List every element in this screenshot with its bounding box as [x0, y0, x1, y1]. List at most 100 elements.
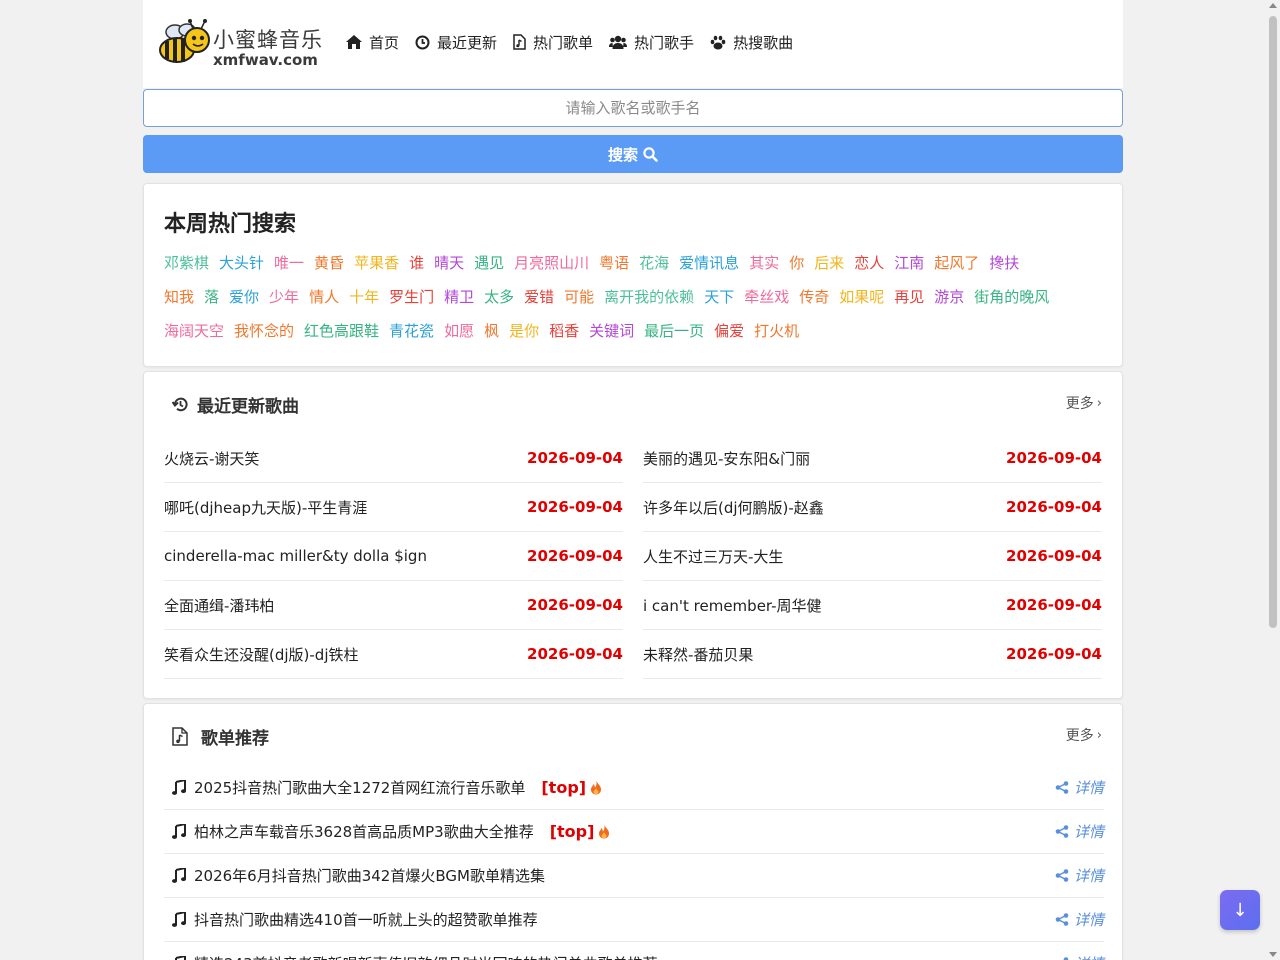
hot-search-tag[interactable]: 我怀念的 [234, 319, 294, 353]
song-name[interactable]: cinderella-mac miller&ty dolla $ign [164, 547, 427, 565]
hot-search-tag[interactable]: 天下 [704, 285, 734, 319]
hot-search-tag[interactable]: 遇见 [474, 251, 504, 285]
hot-search-tag[interactable]: 十年 [349, 285, 379, 319]
hot-search-tag[interactable]: 精卫 [444, 285, 474, 319]
song-row[interactable]: 火烧云-谢天笑 2026-09-04 [164, 434, 623, 483]
scrollbar[interactable] [1266, 0, 1280, 960]
scroll-up-arrow-icon[interactable] [1269, 3, 1277, 8]
hot-search-tag[interactable]: 情人 [309, 285, 339, 319]
playlist-detail-link[interactable]: 详情 [1055, 953, 1104, 960]
playlist-detail-link[interactable]: 详情 [1055, 865, 1104, 886]
hot-search-tag[interactable]: 爱你 [229, 285, 259, 319]
nav-recent[interactable]: 最近更新 [415, 30, 497, 54]
hot-search-tag[interactable]: 红色高跟鞋 [304, 319, 379, 353]
hot-search-tag[interactable]: 游京 [934, 285, 964, 319]
back-to-top-button[interactable]: ↓ [1220, 890, 1260, 930]
hot-search-tag[interactable]: 牵丝戏 [744, 285, 789, 319]
hot-search-tag[interactable]: 知我 [164, 285, 194, 319]
song-row[interactable]: 未释然-番茄贝果 2026-09-04 [643, 630, 1102, 679]
song-name[interactable]: 哪吒(djheap九天版)-平生青涯 [164, 497, 367, 518]
scroll-down-arrow-icon[interactable] [1269, 952, 1277, 957]
hot-search-tag[interactable]: 落 [204, 285, 219, 319]
hot-search-tag[interactable]: 晴天 [434, 251, 464, 285]
hot-search-tag[interactable]: 恋人 [854, 251, 884, 285]
recent-songs-header: 最近更新歌曲 [172, 392, 299, 417]
hot-search-tag[interactable]: 如果呢 [839, 285, 884, 319]
hot-search-tag[interactable]: 起风了 [934, 251, 979, 285]
nav-home[interactable]: 首页 [346, 30, 399, 54]
hot-search-tag[interactable]: 爱情讯息 [679, 251, 739, 285]
hot-search-tag[interactable]: 邓紫棋 [164, 251, 209, 285]
song-name[interactable]: 全面通缉-潘玮柏 [164, 595, 274, 616]
playlist-link[interactable]: 抖音热门歌曲精选410首一听就上头的超赞歌单推荐 [164, 909, 538, 930]
hot-search-tag[interactable]: 青花瓷 [389, 319, 434, 353]
song-name[interactable]: 未释然-番茄贝果 [643, 644, 753, 665]
scrollbar-thumb[interactable] [1269, 16, 1277, 628]
hot-search-tag[interactable]: 离开我的依赖 [604, 285, 694, 319]
hot-search-tag[interactable]: 打火机 [754, 319, 799, 353]
hot-search-tag[interactable]: 粤语 [599, 251, 629, 285]
hot-search-tag[interactable]: 黄昏 [314, 251, 344, 285]
recent-more-link[interactable]: 更多 › [1066, 393, 1102, 413]
hot-tag-row: 海阔天空 我怀念的 红色高跟鞋 青花瓷 如愿枫是你 稻香 关键词 最后一页 偏爱 打火机 [164, 319, 1104, 353]
hot-search-tag[interactable]: 你 [789, 251, 804, 285]
song-row[interactable]: 哪吒(djheap九天版)-平生青涯 2026-09-04 [164, 483, 623, 532]
hot-search-tag[interactable]: 少年 [269, 285, 299, 319]
hot-search-tag[interactable]: 爱错 [524, 285, 554, 319]
hot-search-tag[interactable]: 谁 [409, 251, 424, 285]
nav-hot-searches[interactable]: 热搜歌曲 [710, 30, 793, 54]
playlist-detail-link[interactable]: 详情 [1055, 821, 1104, 842]
song-name[interactable]: 笑看众生还没醒(dj版)-dj铁柱 [164, 644, 359, 665]
hot-search-tag[interactable]: 街角的晚风 [974, 285, 1049, 319]
hot-search-tag[interactable]: 花海 [639, 251, 669, 285]
hot-search-tag[interactable]: 月亮照山川 [514, 251, 589, 285]
playlist-link[interactable]: 2026年6月抖音热门歌曲342首爆火BGM歌单精选集 [164, 865, 545, 886]
song-row[interactable]: 笑看众生还没醒(dj版)-dj铁柱 2026-09-04 [164, 630, 623, 679]
search-input[interactable] [143, 89, 1123, 127]
hot-search-tag[interactable]: 搀扶 [989, 251, 1019, 285]
hot-search-tag[interactable]: 最后一页 [644, 319, 704, 353]
song-row[interactable]: 许多年以后(dj何鹏版)-赵鑫 2026-09-04 [643, 483, 1102, 532]
playlist-detail-label: 详情 [1073, 911, 1104, 929]
playlist-more-link[interactable]: 更多 › [1066, 725, 1102, 745]
hot-search-tag[interactable]: 关键词 [589, 319, 634, 353]
hot-search-tag[interactable]: 其实 [749, 251, 779, 285]
song-row[interactable]: 美丽的遇见-安东阳&门丽 2026-09-04 [643, 434, 1102, 483]
hot-search-tag[interactable]: 海阔天空 [164, 319, 224, 353]
hot-search-tag[interactable]: 枫 [484, 319, 499, 353]
playlist-link[interactable]: 精选243首抖音老歌新唱新声传旧韵细品时光回响的热门单曲歌单推荐 [164, 953, 658, 960]
hot-search-tag[interactable]: 苹果香 [354, 251, 399, 285]
music-note-icon [172, 780, 186, 795]
hot-search-tag[interactable]: 如愿 [444, 319, 474, 353]
song-row[interactable]: cinderella-mac miller&ty dolla $ign 2026-… [164, 532, 623, 581]
hot-search-tag[interactable]: 传奇 [799, 285, 829, 319]
logo[interactable]: 小蜜蜂音乐 xmfwav.com [157, 16, 327, 72]
hot-search-tag[interactable]: 可能 [564, 285, 594, 319]
song-row[interactable]: i can't remember-周华健 2026-09-04 [643, 581, 1102, 630]
song-name[interactable]: 许多年以后(dj何鹏版)-赵鑫 [643, 497, 824, 518]
search-button[interactable]: 搜索 [143, 135, 1123, 173]
hot-search-tag[interactable]: 后来 [814, 251, 844, 285]
song-row[interactable]: 全面通缉-潘玮柏 2026-09-04 [164, 581, 623, 630]
song-row[interactable]: 人生不过三万天-大生 2026-09-04 [643, 532, 1102, 581]
playlist-row: 精选243首抖音老歌新唱新声传旧韵细品时光回响的热门单曲歌单推荐 详情 [164, 942, 1104, 960]
playlist-link[interactable]: 2025抖音热门歌曲大全1272首网红流行音乐歌单 [top] [164, 777, 610, 798]
hot-search-tag[interactable]: 唯一 [274, 251, 304, 285]
hot-search-tag[interactable]: 稻香 [549, 319, 579, 353]
nav-hot-playlists[interactable]: 热门歌单 [513, 30, 593, 54]
hot-search-tag[interactable]: 是你 [509, 319, 539, 353]
hot-search-tag[interactable]: 江南 [894, 251, 924, 285]
song-name[interactable]: 火烧云-谢天笑 [164, 448, 259, 469]
playlist-detail-link[interactable]: 详情 [1055, 909, 1104, 930]
playlist-link[interactable]: 柏林之声车载音乐3628首高品质MP3歌曲大全推荐 [top] [164, 821, 618, 842]
hot-search-tag[interactable]: 大头针 [219, 251, 264, 285]
song-name[interactable]: 人生不过三万天-大生 [643, 546, 783, 567]
hot-search-tag[interactable]: 再见 [894, 285, 924, 319]
song-name[interactable]: 美丽的遇见-安东阳&门丽 [643, 448, 810, 469]
hot-search-tag[interactable]: 偏爱 [714, 319, 744, 353]
playlist-detail-link[interactable]: 详情 [1055, 777, 1104, 798]
hot-search-tag[interactable]: 太多 [484, 285, 514, 319]
song-name[interactable]: i can't remember-周华健 [643, 595, 822, 616]
hot-search-tag[interactable]: 罗生门 [389, 285, 434, 319]
nav-hot-singers[interactable]: 热门歌手 [609, 30, 694, 54]
